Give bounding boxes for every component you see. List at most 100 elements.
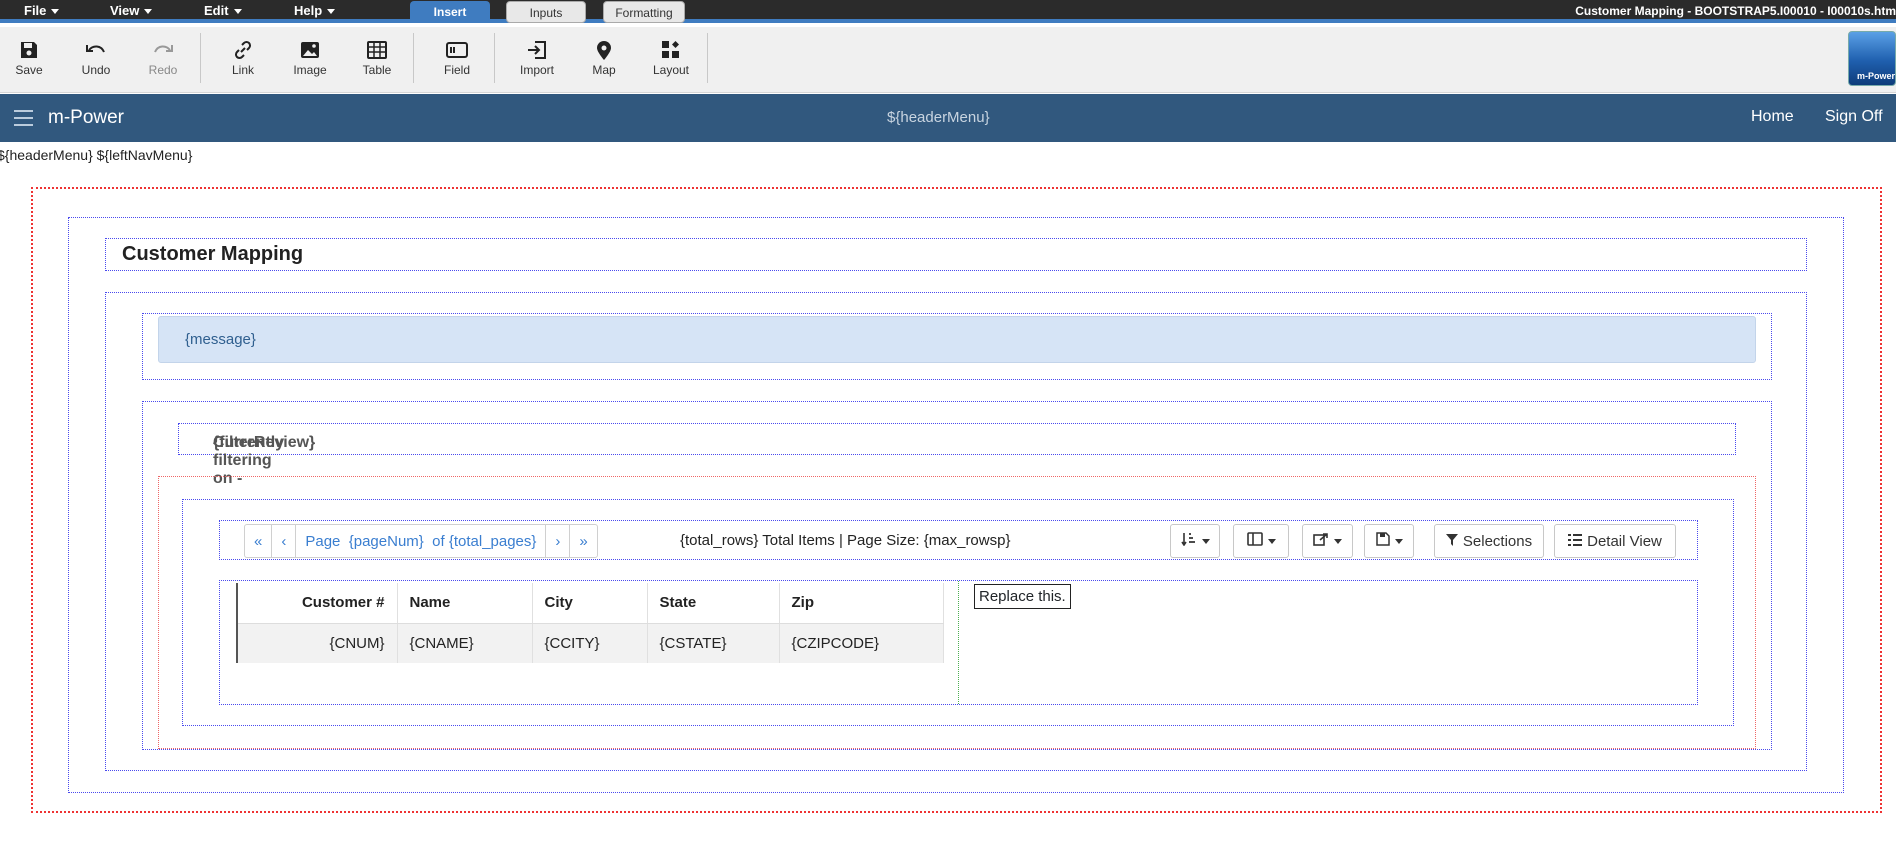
image-icon xyxy=(280,37,340,63)
table-cell: {CNUM} xyxy=(237,623,398,663)
menu-help-label: Help xyxy=(294,3,323,18)
map-button[interactable]: Map xyxy=(574,37,634,77)
chevron-down-icon xyxy=(51,9,60,15)
table-cell: {CSTATE} xyxy=(647,623,780,663)
image-button[interactable]: Image xyxy=(280,37,340,77)
layout-button[interactable]: Layout xyxy=(641,37,701,77)
pagination: « ‹ Page {pageNum} of {total_pages} › » xyxy=(244,524,598,558)
filter-icon xyxy=(1445,533,1458,550)
column-header[interactable]: City xyxy=(532,583,648,624)
hamburger-menu-icon[interactable] xyxy=(14,110,33,131)
page-of-label: of xyxy=(432,532,445,550)
link-button[interactable]: Link xyxy=(213,37,273,77)
nav-sign-off-link[interactable]: Sign Off xyxy=(1825,108,1883,126)
chevron-down-icon xyxy=(233,9,242,15)
filter-review-container: Currently filtering on - {filterReview} xyxy=(178,423,1736,487)
title-container: Customer Mapping xyxy=(105,238,1807,271)
tab-formatting[interactable]: Formatting xyxy=(603,1,685,23)
table-icon xyxy=(347,37,407,63)
export-dropdown-button[interactable] xyxy=(1364,524,1414,558)
nav-home-link[interactable]: Home xyxy=(1751,108,1794,126)
pager-info: {total_rows} Total Items | Page Size: {m… xyxy=(680,532,1011,549)
template-variables: ${headerMenu} ${leftNavMenu} xyxy=(0,147,193,163)
menu-edit-label: Edit xyxy=(204,3,229,18)
column-header[interactable]: Zip xyxy=(779,583,944,624)
page-label: Page xyxy=(305,532,341,550)
chevron-down-icon xyxy=(1267,538,1276,544)
chevron-down-icon xyxy=(1201,538,1210,544)
total-pages: {total_pages} xyxy=(448,532,537,550)
redo-icon xyxy=(133,37,193,63)
redo-button[interactable]: Redo xyxy=(133,37,193,77)
page-title: Customer Mapping xyxy=(122,243,304,265)
message-text: {message} xyxy=(185,331,256,348)
column-header[interactable]: Name xyxy=(397,583,533,624)
sort-dropdown-button[interactable] xyxy=(1170,524,1220,558)
tab-insert[interactable]: Insert xyxy=(410,1,490,23)
table-cell: {CNAME} xyxy=(397,623,533,663)
menu-edit[interactable]: Edit xyxy=(204,3,242,18)
header-menu-placeholder: ${headerMenu} xyxy=(887,109,990,126)
page-indicator: Page {pageNum} of {total_pages} xyxy=(296,525,547,557)
share-icon xyxy=(1313,532,1329,550)
link-label: Link xyxy=(231,63,254,77)
first-page-button[interactable]: « xyxy=(245,525,273,557)
menu-view[interactable]: View xyxy=(110,3,153,18)
undo-icon xyxy=(66,37,126,63)
undo-label: Undo xyxy=(81,63,111,77)
column-divider xyxy=(958,581,959,704)
save-label: Save xyxy=(15,63,43,77)
next-page-button[interactable]: › xyxy=(546,525,571,557)
detail-view-label: Detail View xyxy=(1587,532,1662,550)
import-button[interactable]: Import xyxy=(507,37,567,77)
ribbon-toolbar: Save Undo Redo Link Image Table Field Im… xyxy=(0,27,1896,93)
table-label: Table xyxy=(362,63,392,77)
columns-icon xyxy=(1246,532,1263,550)
menu-help[interactable]: Help xyxy=(294,3,336,18)
toolbar-divider xyxy=(494,33,495,83)
replace-placeholder[interactable]: Replace this. xyxy=(974,584,1071,609)
brand-title[interactable]: m-Power xyxy=(48,107,124,129)
chevron-down-icon xyxy=(1334,538,1342,544)
tab-inputs[interactable]: Inputs xyxy=(506,1,586,23)
pager-toolbar: « ‹ Page {pageNum} of {total_pages} › » … xyxy=(219,520,1698,560)
table-button[interactable]: Table xyxy=(347,37,407,77)
undo-button[interactable]: Undo xyxy=(66,37,126,77)
table-header-row: Customer # Name City State Zip xyxy=(237,583,944,624)
toolbar-divider xyxy=(200,33,201,83)
chevron-down-icon xyxy=(327,9,336,15)
redo-label: Redo xyxy=(148,63,178,77)
sort-icon xyxy=(1180,532,1197,550)
layout-icon xyxy=(641,37,701,63)
field-label: Field xyxy=(443,63,470,77)
table-cell: {CZIPCODE} xyxy=(779,623,944,663)
columns-dropdown-button[interactable] xyxy=(1233,524,1289,558)
selections-button[interactable]: Selections xyxy=(1434,524,1544,558)
toolbar-divider xyxy=(413,33,414,83)
detail-view-button[interactable]: Detail View xyxy=(1554,524,1676,558)
column-header[interactable]: Customer # xyxy=(237,583,398,624)
field-button[interactable]: Field xyxy=(427,37,487,77)
menu-file-label: File xyxy=(24,3,47,18)
image-label: Image xyxy=(293,63,327,77)
table-cell: {CCITY} xyxy=(532,623,648,663)
data-table: Customer # Name City State Zip {CNUM} {C… xyxy=(236,583,944,663)
link-icon xyxy=(213,37,273,63)
prev-page-button[interactable]: ‹ xyxy=(272,525,297,557)
import-icon xyxy=(507,37,567,63)
column-header[interactable]: State xyxy=(647,583,780,624)
message-alert: {message} xyxy=(158,316,1756,363)
menu-file[interactable]: File xyxy=(24,3,60,18)
last-page-button[interactable]: » xyxy=(570,525,596,557)
share-dropdown-button[interactable] xyxy=(1302,524,1353,558)
table-row: {CNUM} {CNAME} {CCITY} {CSTATE} {CZIPCOD… xyxy=(237,623,944,663)
menu-bar: File View Edit Help Insert Inputs Format… xyxy=(0,0,1896,23)
field-icon xyxy=(427,37,487,63)
save-button[interactable]: Save xyxy=(0,37,59,77)
list-icon xyxy=(1568,533,1583,550)
toolbar-divider xyxy=(707,33,708,83)
app-navbar: m-Power ${headerMenu} Home Sign Off xyxy=(0,94,1896,142)
table-container: Customer # Name City State Zip {CNUM} {C… xyxy=(219,580,1698,705)
filter-value: {filterReview} xyxy=(213,434,316,451)
page-number: {pageNum} xyxy=(348,532,424,550)
